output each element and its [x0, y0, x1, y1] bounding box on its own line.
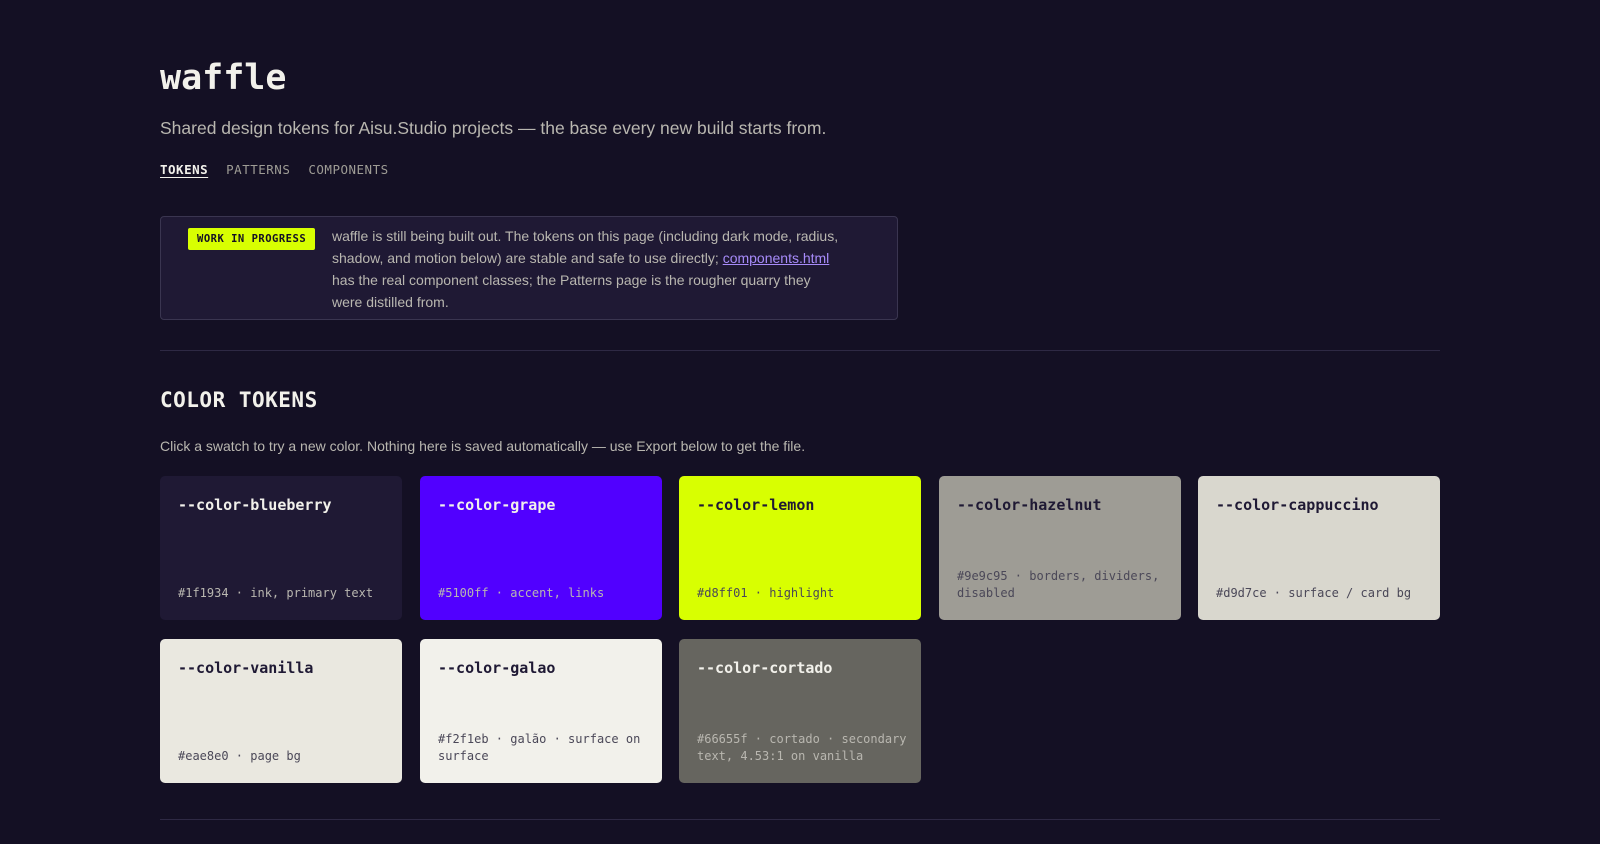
- swatch-vanilla[interactable]: --color-vanilla #eae8e0 · page bg: [160, 639, 402, 783]
- swatch-meta: #66655f · cortado · secondary text, 4.53…: [697, 732, 907, 763]
- divider: [160, 819, 1440, 820]
- nav-patterns[interactable]: PATTERNS: [226, 162, 290, 177]
- main-nav: TOKENS PATTERNS COMPONENTS: [160, 162, 389, 177]
- swatch-cortado[interactable]: --color-cortado #66655f · cortado · seco…: [679, 639, 921, 783]
- swatch-name: --color-cortado: [697, 659, 833, 677]
- swatch-name: --color-cappuccino: [1216, 496, 1379, 514]
- swatch-meta: #5100ff · accent, links: [438, 586, 605, 600]
- swatch-name: --color-hazelnut: [957, 496, 1102, 514]
- page-title: waffle: [160, 58, 287, 98]
- wip-notice: WORK IN PROGRESS waffle is still being b…: [160, 216, 898, 320]
- swatch-meta: #eae8e0 · page bg: [178, 749, 301, 763]
- swatch-name: --color-blueberry: [178, 496, 332, 514]
- swatch-meta: #d9d7ce · surface / card bg: [1216, 586, 1412, 600]
- swatch-cappuccino[interactable]: --color-cappuccino #d9d7ce · surface / c…: [1198, 476, 1440, 620]
- swatch-meta: #d8ff01 · highlight: [697, 586, 835, 600]
- swatch-galao[interactable]: --color-galao #f2f1eb · galão · surface …: [420, 639, 662, 783]
- swatch-lemon[interactable]: --color-lemon #d8ff01 · highlight: [679, 476, 921, 620]
- swatch-meta: #f2f1eb · galão · surface on surface: [438, 732, 641, 763]
- swatch-meta: #9e9c95 · borders, dividers, disabled: [957, 569, 1160, 600]
- nav-components[interactable]: COMPONENTS: [308, 162, 388, 177]
- notice-text-after: has the real component classes; the Patt…: [332, 272, 811, 310]
- swatch-name: --color-galao: [438, 659, 556, 677]
- page-tagline: Shared design tokens for Aisu.Studio pro…: [160, 118, 827, 138]
- nav-tokens[interactable]: TOKENS: [160, 162, 208, 177]
- color-tokens-description: Click a swatch to try a new color. Nothi…: [160, 438, 806, 454]
- swatch-name: --color-lemon: [697, 496, 815, 514]
- divider: [160, 350, 1440, 351]
- swatch-name: --color-grape: [438, 496, 556, 514]
- swatch-grape[interactable]: --color-grape #5100ff · accent, links: [420, 476, 662, 620]
- swatch-meta: #1f1934 · ink, primary text: [178, 586, 374, 600]
- swatch-hazelnut[interactable]: --color-hazelnut #9e9c95 · borders, divi…: [939, 476, 1181, 620]
- color-tokens-title: COLOR TOKENS: [160, 388, 318, 412]
- swatch-blueberry[interactable]: --color-blueberry #1f1934 · ink, primary…: [160, 476, 402, 620]
- wip-badge: WORK IN PROGRESS: [188, 228, 316, 250]
- swatch-name: --color-vanilla: [178, 659, 314, 677]
- components-link[interactable]: components.html: [723, 250, 830, 266]
- notice-text: waffle is still being built out. The tok…: [332, 225, 842, 313]
